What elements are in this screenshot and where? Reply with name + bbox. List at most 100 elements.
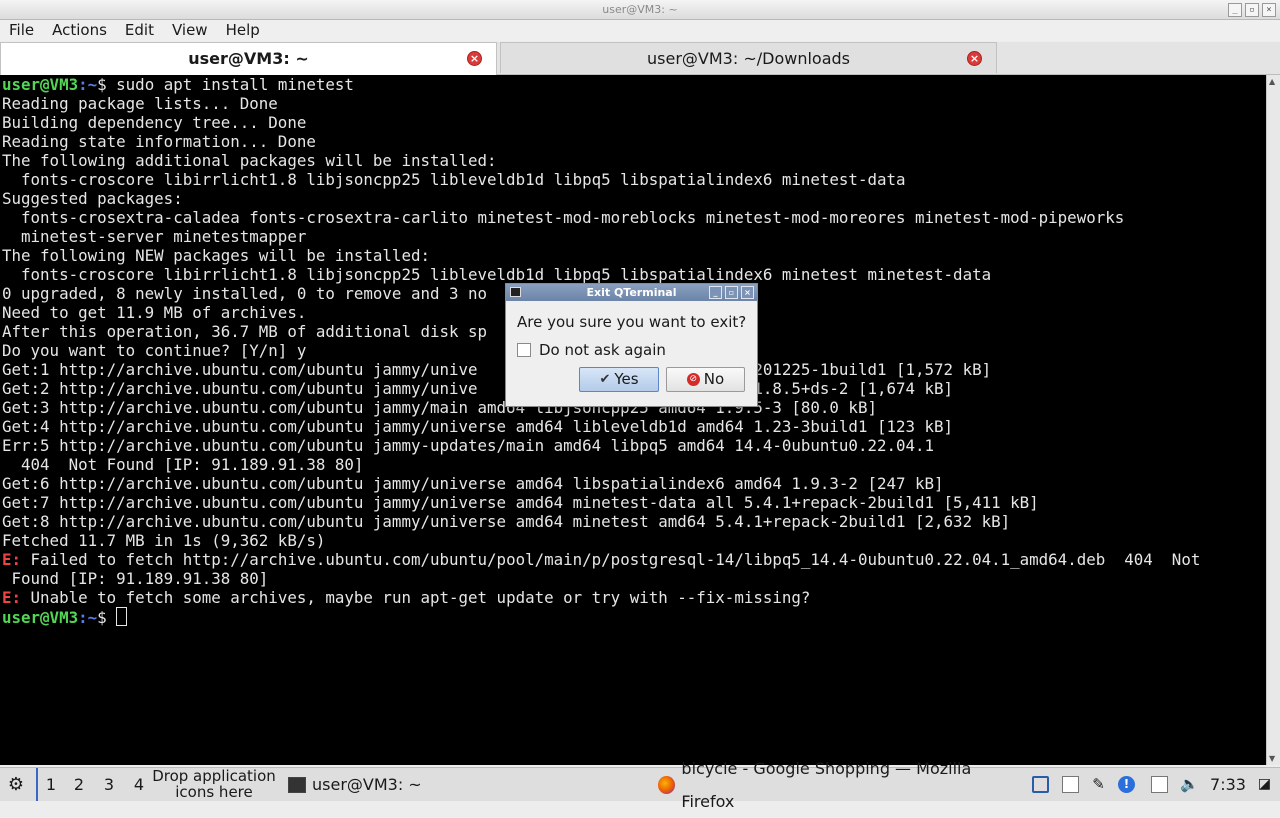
terminal-line: Reading package lists... Done (2, 94, 278, 113)
network-icon[interactable] (1032, 776, 1049, 793)
terminal-line: Get:2 http://archive.ubuntu.com/ubuntu j… (2, 379, 954, 398)
prompt-path: :~ (78, 608, 98, 627)
dialog-title: Exit QTerminal (586, 286, 677, 299)
command-text: sudo apt install minetest (116, 75, 354, 94)
no-button[interactable]: ⊘ No (666, 367, 745, 392)
error-tag: E: (2, 550, 22, 569)
volume-icon[interactable]: 🔈 (1180, 776, 1199, 793)
menu-file[interactable]: File (0, 20, 43, 41)
terminal-icon (510, 287, 521, 297)
terminal-line: user@VM3:~$ (2, 607, 128, 627)
window-titlebar[interactable]: user@VM3: ~ _ ▫ × (0, 0, 1280, 20)
task-label: user@VM3: ~ (312, 775, 422, 794)
workspace-2[interactable]: 2 (66, 768, 92, 801)
checkbox-label[interactable]: Do not ask again (539, 341, 666, 359)
terminal-scrollbar[interactable]: ▲ ▼ (1266, 75, 1280, 765)
terminal-line: user@VM3:~$ sudo apt install minetest (2, 75, 354, 94)
taskbar: ⚙ 1 2 3 4 Drop application icons here us… (0, 759, 1280, 811)
tab-downloads[interactable]: user@VM3: ~/Downloads × (500, 42, 997, 73)
terminal-line: Get:8 http://archive.ubuntu.com/ubuntu j… (2, 512, 1011, 531)
terminal-line: fonts-croscore libirrlicht1.8 libjsoncpp… (2, 170, 906, 189)
terminal-icon (288, 776, 306, 793)
tab-label: user@VM3: ~/Downloads (647, 49, 850, 68)
task-terminal[interactable]: user@VM3: ~ (288, 768, 648, 801)
terminal-line: The following NEW packages will be insta… (2, 246, 430, 265)
task-label: bicycle - Google Shopping — Mozilla Fire… (681, 758, 972, 811)
terminal-line: Get:1 http://archive.ubuntu.com/ubuntu j… (2, 360, 992, 379)
workspace-3[interactable]: 3 (96, 768, 122, 801)
tab-bar: user@VM3: ~ × user@VM3: ~/Downloads × (0, 42, 1280, 75)
terminal-output[interactable]: user@VM3:~$ sudo apt install minetest Rea… (0, 75, 1266, 765)
minimize-button[interactable]: _ (1228, 3, 1242, 17)
terminal-line: Need to get 11.9 MB of archives. (2, 303, 307, 322)
error-tag: E: (2, 588, 22, 607)
no-label: No (703, 370, 725, 388)
error-text: Failed to fetch http://archive.ubuntu.co… (21, 550, 1201, 569)
yes-button[interactable]: ✔ Yes (579, 367, 659, 392)
error-text: Unable to fetch some archives, maybe run… (21, 588, 811, 607)
workspace-4[interactable]: 4 (126, 768, 152, 801)
terminal-line: Get:7 http://archive.ubuntu.com/ubuntu j… (2, 493, 1039, 512)
terminal-line: Get:4 http://archive.ubuntu.com/ubuntu j… (2, 417, 954, 436)
do-not-ask-checkbox-row[interactable]: Do not ask again (517, 341, 666, 359)
scroll-up-icon[interactable]: ▲ (1269, 77, 1275, 86)
tools-icon[interactable]: ✎ (1090, 776, 1107, 793)
terminal-line: 404 Not Found [IP: 91.189.91.38 80] (2, 455, 364, 474)
text-cursor (116, 607, 128, 626)
terminal-line: fonts-crosextra-caladea fonts-crosextra-… (2, 208, 1125, 227)
dialog-close-button[interactable]: × (741, 286, 754, 299)
terminal-line: Suggested packages: (2, 189, 183, 208)
prompt-user: user@VM3 (2, 75, 79, 94)
terminal-line: Err:5 http://archive.ubuntu.com/ubuntu j… (2, 436, 935, 455)
clock[interactable]: 7:33 (1210, 768, 1246, 801)
app-menu-icon[interactable]: ⚙ (4, 768, 28, 801)
dialog-titlebar[interactable]: Exit QTerminal _ ▫ × (506, 284, 757, 301)
tab-label: user@VM3: ~ (188, 49, 309, 68)
menu-help[interactable]: Help (217, 20, 269, 41)
yes-label: Yes (614, 370, 639, 388)
info-icon[interactable]: ! (1118, 776, 1135, 793)
terminal-line: E: Unable to fetch some archives, maybe … (2, 588, 810, 607)
exit-dialog: Exit QTerminal _ ▫ × Are you sure you wa… (505, 283, 758, 407)
tab-home[interactable]: user@VM3: ~ × (0, 42, 497, 75)
close-tab-icon[interactable]: × (967, 51, 982, 66)
dialog-minimize-button[interactable]: _ (709, 286, 722, 299)
prompt-symbol: $ (97, 75, 117, 94)
scroll-down-icon[interactable]: ▼ (1269, 754, 1275, 763)
prompt-path: :~ (78, 75, 98, 94)
prompt-user: user@VM3 (2, 608, 79, 627)
cancel-icon: ⊘ (686, 373, 700, 386)
menu-view[interactable]: View (163, 20, 217, 41)
terminal-line: fonts-croscore libirrlicht1.8 libjsoncpp… (2, 265, 992, 284)
terminal-line: minetest-server minetestmapper (2, 227, 307, 246)
terminal-line: 0 upgraded, 8 newly installed, 0 to remo… (2, 284, 488, 303)
dialog-maximize-button[interactable]: ▫ (725, 286, 738, 299)
dialog-question: Are you sure you want to exit? (517, 313, 747, 331)
clipboard-icon[interactable] (1062, 776, 1079, 793)
menu-bar: File Actions Edit View Help (0, 20, 1280, 41)
task-firefox[interactable]: bicycle - Google Shopping — Mozilla Fire… (658, 759, 1018, 811)
menu-actions[interactable]: Actions (43, 20, 116, 41)
do-not-ask-checkbox[interactable] (517, 343, 531, 357)
checkmark-icon: ✔ (599, 372, 611, 387)
prompt-symbol: $ (97, 608, 117, 627)
terminal-line: Fetched 11.7 MB in 1s (9,362 kB/s) (2, 531, 326, 550)
terminal-line: Do you want to continue? [Y/n] y (2, 341, 307, 360)
close-button[interactable]: × (1262, 3, 1276, 17)
close-tab-icon[interactable]: × (467, 51, 482, 66)
terminal-line: Get:6 http://archive.ubuntu.com/ubuntu j… (2, 474, 944, 493)
firefox-icon (658, 775, 676, 794)
notes-icon[interactable] (1151, 776, 1168, 793)
quicklaunch-dropzone: Drop application icons here (152, 767, 276, 801)
menu-edit[interactable]: Edit (116, 20, 163, 41)
terminal-line: Found [IP: 91.189.91.38 80] (2, 569, 269, 588)
window-title: user@VM3: ~ (602, 3, 678, 16)
terminal-line: After this operation, 36.7 MB of additio… (2, 322, 488, 341)
workspace-1[interactable]: 1 (36, 768, 64, 801)
maximize-button[interactable]: ▫ (1245, 3, 1259, 17)
terminal-line: E: Failed to fetch http://archive.ubuntu… (2, 550, 1200, 569)
terminal-line: Reading state information... Done (2, 132, 316, 151)
show-desktop-icon[interactable]: ◪ (1256, 776, 1273, 793)
terminal-line: Building dependency tree... Done (2, 113, 307, 132)
terminal-line: The following additional packages will b… (2, 151, 497, 170)
